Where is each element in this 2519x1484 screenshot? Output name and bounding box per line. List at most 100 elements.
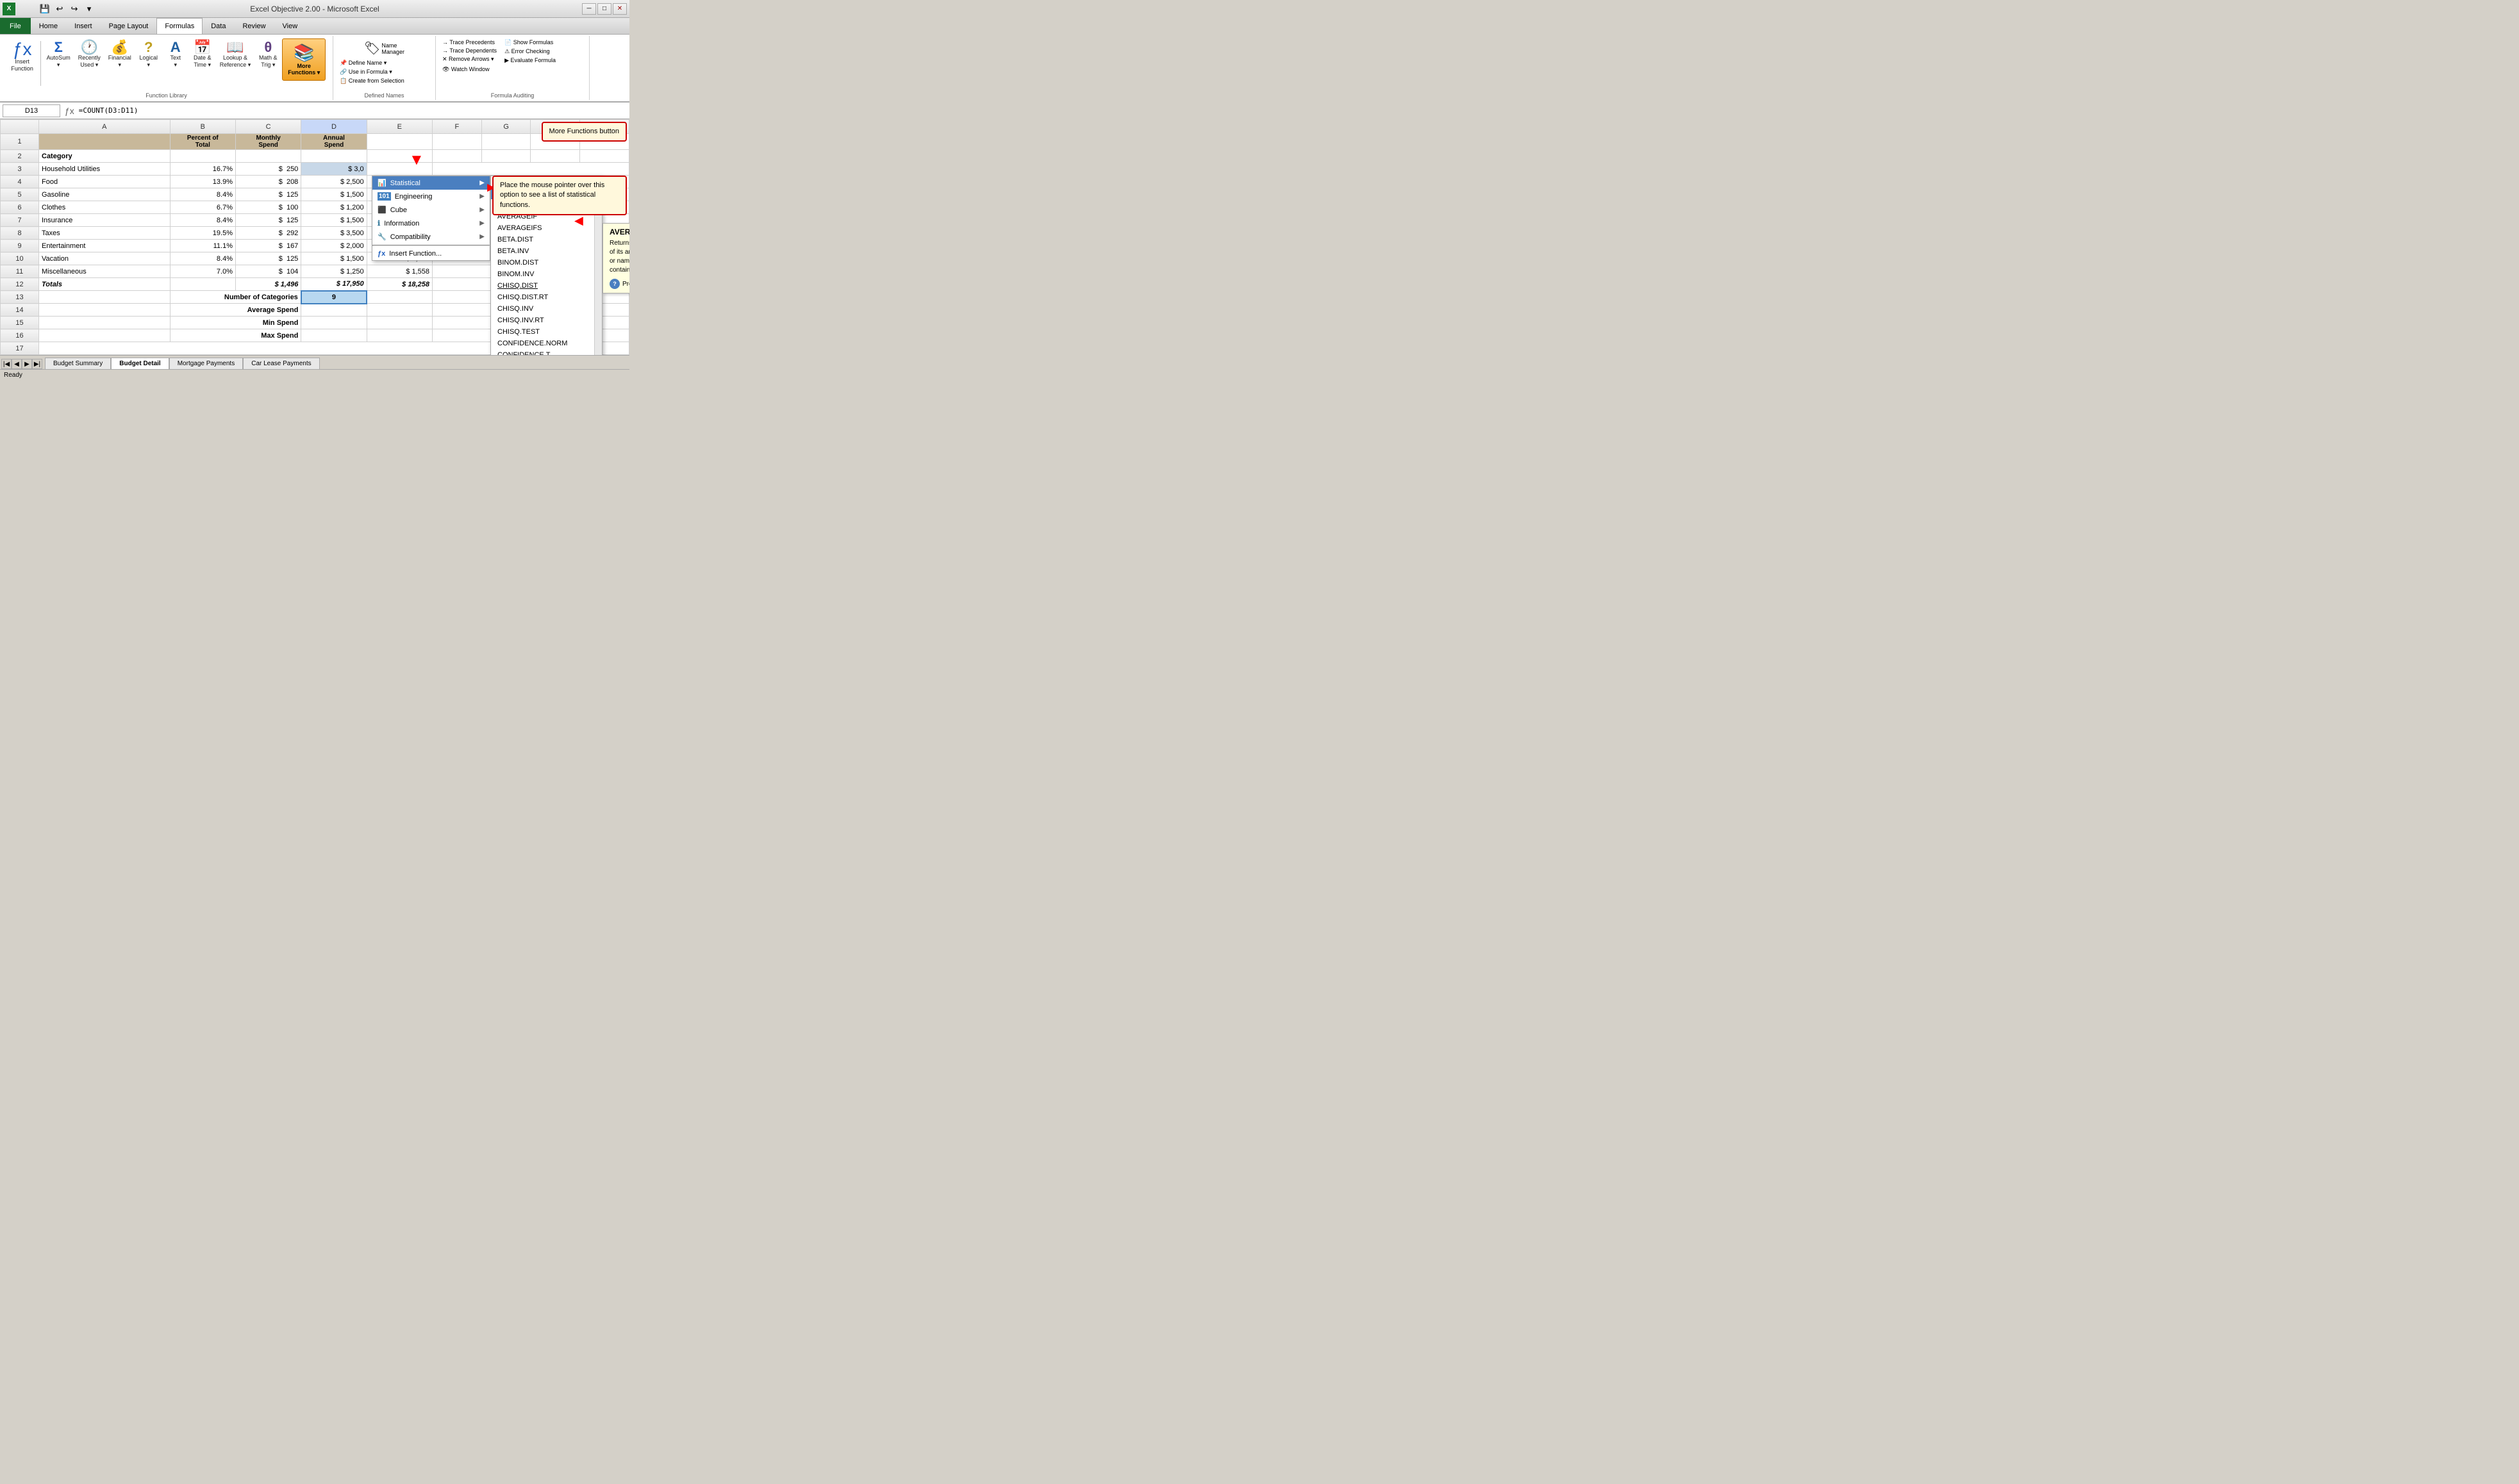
more-functions-button[interactable]: 📚 MoreFunctions ▾ <box>282 38 326 81</box>
text-button[interactable]: A Text▾ <box>163 38 188 70</box>
cell-a2[interactable]: Category <box>39 150 170 163</box>
col-header-a[interactable]: A <box>39 120 170 134</box>
col-header-b[interactable]: B <box>170 120 235 134</box>
cell-f1[interactable] <box>432 134 481 150</box>
date-time-button[interactable]: 📅 Date &Time ▾ <box>190 38 215 70</box>
create-from-selection-button[interactable]: 📋 Create from Selection <box>337 77 431 85</box>
cell-c10[interactable]: $ 125 <box>235 252 301 265</box>
formula-input[interactable] <box>79 104 627 117</box>
remove-arrows-button[interactable]: ✕ Remove Arrows ▾ <box>440 55 499 63</box>
sheet-nav-last[interactable]: ▶| <box>32 359 42 369</box>
cell-i2[interactable] <box>580 150 629 163</box>
cell-b5[interactable]: 8.4% <box>170 188 235 201</box>
cell-c12[interactable]: $ 1,496 <box>235 278 301 291</box>
submenu-beta-inv[interactable]: BETA.INV <box>491 245 602 257</box>
cell-e15[interactable] <box>367 317 432 329</box>
maximize-button[interactable]: □ <box>597 3 611 15</box>
cell-c3[interactable]: $ 250 <box>235 163 301 176</box>
cell-b12[interactable] <box>170 278 235 291</box>
cell-a1[interactable] <box>39 134 170 150</box>
cell-e13[interactable] <box>367 291 432 304</box>
logical-button[interactable]: ? Logical▾ <box>136 38 162 70</box>
cell-b14[interactable]: Average Spend <box>170 304 301 317</box>
cell-h2[interactable] <box>531 150 580 163</box>
tab-mortgage-payments[interactable]: Mortgage Payments <box>169 358 244 369</box>
col-header-d[interactable]: D <box>301 120 367 134</box>
cell-d11[interactable]: $ 1,250 <box>301 265 367 278</box>
minimize-button[interactable]: ─ <box>582 3 596 15</box>
name-box[interactable] <box>3 104 60 117</box>
cell-b15[interactable]: Min Spend <box>170 317 301 329</box>
cell-d4[interactable]: $ 2,500 <box>301 176 367 188</box>
submenu-confidence-norm[interactable]: CONFIDENCE.NORM <box>491 338 602 349</box>
cell-a16[interactable] <box>39 329 170 342</box>
tab-insert[interactable]: Insert <box>66 18 101 34</box>
cell-a10[interactable]: Vacation <box>39 252 170 265</box>
submenu-binom-inv[interactable]: BINOM.INV <box>491 268 602 280</box>
close-button[interactable]: ✕ <box>613 3 627 15</box>
cell-d3[interactable]: $ 3,0 <box>301 163 367 176</box>
cell-d14[interactable] <box>301 304 367 317</box>
cell-a4[interactable]: Food <box>39 176 170 188</box>
cell-c5[interactable]: $ 125 <box>235 188 301 201</box>
tab-home[interactable]: Home <box>31 18 66 34</box>
cell-c1[interactable]: MonthlySpend <box>235 134 301 150</box>
submenu-confidence-t[interactable]: CONFIDENCE.T <box>491 349 602 355</box>
cell-g2[interactable] <box>481 150 531 163</box>
tab-view[interactable]: View <box>274 18 306 34</box>
cell-b2[interactable] <box>170 150 235 163</box>
col-header-e[interactable]: E <box>367 120 432 134</box>
autosum-button[interactable]: Σ AutoSum▾ <box>44 38 74 70</box>
cell-a9[interactable]: Entertainment <box>39 240 170 252</box>
submenu-chisq-inv-rt[interactable]: CHISQ.INV.RT <box>491 315 602 326</box>
submenu-averageifs[interactable]: AVERAGEIFS <box>491 222 602 234</box>
fx-button[interactable]: ƒx <box>63 106 76 116</box>
cell-a13[interactable] <box>39 291 170 304</box>
cell-b9[interactable]: 11.1% <box>170 240 235 252</box>
use-in-formula-button[interactable]: 🔗 Use in Formula ▾ <box>337 68 431 76</box>
cell-a15[interactable] <box>39 317 170 329</box>
cell-f2[interactable] <box>432 150 481 163</box>
cell-d13[interactable]: 9 <box>301 291 367 304</box>
submenu-beta-dist[interactable]: BETA.DIST <box>491 234 602 245</box>
cell-a6[interactable]: Clothes <box>39 201 170 214</box>
customize-button[interactable]: ▾ <box>83 3 96 15</box>
cell-d5[interactable]: $ 1,500 <box>301 188 367 201</box>
cube-menu-item[interactable]: ⬛ Cube ▶ <box>372 203 490 217</box>
sheet-nav-next[interactable]: ▶ <box>22 359 32 369</box>
evaluate-formula-button[interactable]: ▶ Evaluate Formula <box>502 56 558 65</box>
cell-e12[interactable]: $ 18,258 <box>367 278 432 291</box>
watch-window-button[interactable]: 👁 Watch Window <box>440 65 585 74</box>
cell-b16[interactable]: Max Spend <box>170 329 301 342</box>
col-header-c[interactable]: C <box>235 120 301 134</box>
cell-d6[interactable]: $ 1,200 <box>301 201 367 214</box>
cell-a8[interactable]: Taxes <box>39 227 170 240</box>
cell-b6[interactable]: 6.7% <box>170 201 235 214</box>
cell-a12[interactable]: Totals <box>39 278 170 291</box>
cell-c11[interactable]: $ 104 <box>235 265 301 278</box>
col-header-f[interactable]: F <box>432 120 481 134</box>
engineering-menu-item[interactable]: 101 Engineering ▶ <box>372 190 490 203</box>
cell-e16[interactable] <box>367 329 432 342</box>
cell-d8[interactable]: $ 3,500 <box>301 227 367 240</box>
submenu-chisq-dist-rt[interactable]: CHISQ.DIST.RT <box>491 292 602 303</box>
tab-formulas[interactable]: Formulas <box>156 18 203 34</box>
cell-d12[interactable]: $ 17,950 <box>301 278 367 291</box>
recently-used-button[interactable]: 🕐 RecentlyUsed ▾ <box>75 38 104 70</box>
trace-dependents-button[interactable]: → Trace Dependents <box>440 47 499 54</box>
tab-budget-detail[interactable]: Budget Detail <box>111 358 169 369</box>
cell-d1[interactable]: AnnualSpend <box>301 134 367 150</box>
cell-a7[interactable]: Insurance <box>39 214 170 227</box>
error-checking-button[interactable]: ⚠ Error Checking <box>502 47 558 56</box>
submenu-chisq-dist[interactable]: CHISQ.DIST <box>491 280 602 292</box>
submenu-chisq-inv[interactable]: CHISQ.INV <box>491 303 602 315</box>
cell-c8[interactable]: $ 292 <box>235 227 301 240</box>
define-name-button[interactable]: 📌 Define Name ▾ <box>337 59 431 67</box>
cell-g1[interactable] <box>481 134 531 150</box>
show-formulas-button[interactable]: 📄 Show Formulas <box>502 38 558 47</box>
cell-c6[interactable]: $ 100 <box>235 201 301 214</box>
save-button[interactable]: 💾 <box>38 3 51 15</box>
tab-budget-summary[interactable]: Budget Summary <box>45 358 111 369</box>
submenu-binom-dist[interactable]: BINOM.DIST <box>491 257 602 268</box>
cell-a5[interactable]: Gasoline <box>39 188 170 201</box>
